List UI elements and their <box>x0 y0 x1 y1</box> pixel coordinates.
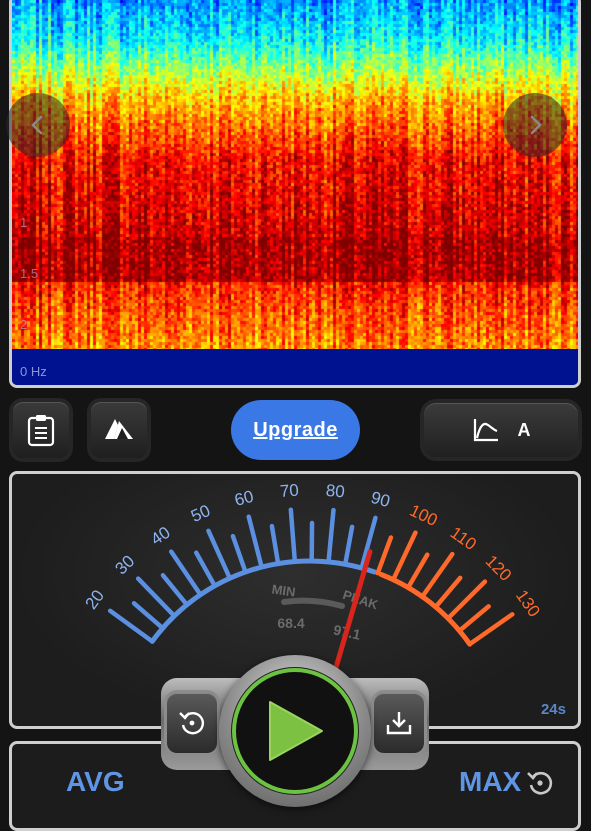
meter-tick-label: 30 <box>112 552 139 579</box>
meter-tick <box>272 526 278 563</box>
reset-icon[interactable] <box>525 768 555 798</box>
min-peak-bar <box>284 601 342 606</box>
play-icon <box>264 698 326 764</box>
meter-tick <box>208 531 229 578</box>
reset-icon <box>177 708 207 738</box>
meter-tick <box>345 527 352 564</box>
meter-tick <box>233 536 246 572</box>
clipboard-button[interactable] <box>13 402 69 458</box>
curve-chart-icon <box>472 417 500 443</box>
meter-tick <box>329 510 334 562</box>
spectrogram-panel: 1 1.5 2 0 Hz <box>9 0 581 388</box>
meter-tick <box>249 517 262 567</box>
meter-tick-label: 40 <box>147 523 173 549</box>
meter-tick <box>378 537 391 573</box>
spectrogram-floor <box>12 349 578 385</box>
download-icon <box>384 708 414 738</box>
elapsed-time: 24s <box>541 701 566 718</box>
meter-tick <box>163 575 187 604</box>
reset-button[interactable] <box>167 693 217 753</box>
clipboard-icon <box>26 413 56 447</box>
meter-tick-label: 70 <box>279 481 299 501</box>
meter-tick-label: 110 <box>447 523 480 554</box>
avg-label: AVG <box>66 766 125 798</box>
min-value: 68.4 <box>277 615 304 631</box>
meter-tick <box>196 553 215 586</box>
meter-tick <box>459 606 488 630</box>
previous-button[interactable] <box>6 93 70 157</box>
meter-tick-label: 90 <box>369 488 392 511</box>
layers-button[interactable] <box>91 402 147 458</box>
save-button[interactable] <box>374 693 424 753</box>
min-label: MIN <box>271 581 297 599</box>
meter-tick <box>393 533 415 580</box>
spectrogram-floor-label: 0 Hz <box>20 364 47 379</box>
play-button[interactable] <box>219 655 371 807</box>
meter-tick-label: 130 <box>512 586 544 620</box>
spectrogram-axis-label: 1.5 <box>20 266 38 281</box>
weighting-label: A <box>518 420 531 441</box>
upgrade-button[interactable]: Upgrade <box>231 400 360 460</box>
frequency-weighting-button[interactable]: A <box>424 403 578 457</box>
meter-tick <box>408 555 427 588</box>
spectrogram-axis-label: 1 <box>20 215 27 230</box>
spectrogram-axis-label: 2 <box>20 317 27 332</box>
layers-icon <box>102 415 136 445</box>
meter-tick-label: 100 <box>407 501 441 530</box>
meter-tick <box>436 578 460 607</box>
spectrogram-image <box>12 0 578 349</box>
chevron-right-icon <box>524 114 546 136</box>
meter-tick <box>134 603 163 628</box>
meter-tick-label: 20 <box>82 586 108 612</box>
play-button-face <box>232 668 358 794</box>
meter-tick-label: 120 <box>482 551 515 585</box>
chevron-left-icon <box>27 114 49 136</box>
max-label: MAX <box>459 766 521 798</box>
meter-tick-label: 80 <box>325 481 346 502</box>
next-button[interactable] <box>503 93 567 157</box>
meter-tick <box>291 510 295 562</box>
meter-tick-label: 50 <box>188 501 213 526</box>
meter-tick-label: 60 <box>232 487 255 510</box>
